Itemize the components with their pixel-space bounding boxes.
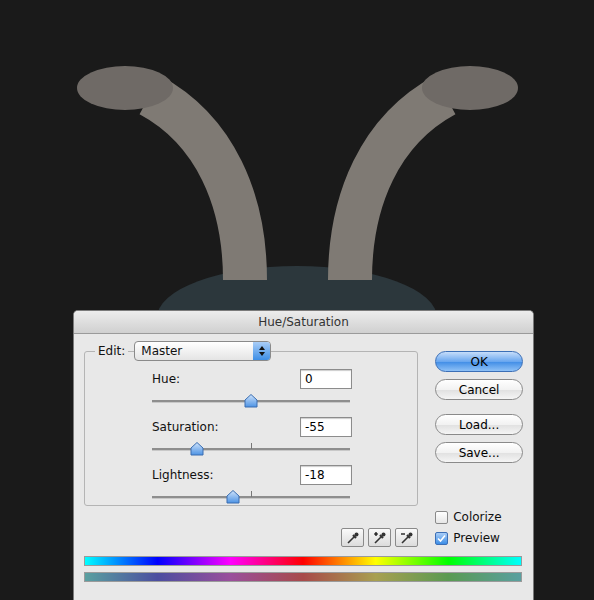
sample-eyedropper-icon (346, 531, 360, 545)
checkbox[interactable] (435, 511, 448, 524)
edit-row: Edit: Master (85, 341, 417, 361)
slider-head: Hue: 0 (152, 369, 352, 389)
snake-photo (0, 0, 594, 310)
value-field[interactable]: 0 (300, 369, 352, 389)
eyedropper-button[interactable] (368, 528, 391, 547)
slider-thumb-icon[interactable] (226, 490, 240, 504)
slider-label: Lightness: (152, 468, 213, 482)
eyedropper-row (84, 528, 418, 547)
top-row: Edit: Master Hue: 0 Saturation: -55 Lightness:… (84, 341, 523, 547)
slider-head: Saturation: -55 (152, 417, 352, 437)
page: Hue/Saturation Edit: Master Hue: 0 Saturation… (0, 0, 594, 600)
slider-head: Lightness: -18 (152, 465, 352, 485)
dialog-button[interactable]: Cancel (435, 379, 523, 400)
checkbox-label: Colorize (453, 510, 501, 524)
checkbox[interactable] (435, 532, 448, 545)
value-field[interactable]: -55 (300, 417, 352, 437)
checkbox-row[interactable]: Colorize (435, 510, 523, 524)
checkbox-list: Colorize Preview (435, 510, 523, 545)
eyedropper-button[interactable] (395, 528, 418, 547)
slider-track[interactable] (152, 389, 350, 409)
dialog-button[interactable]: Load... (435, 414, 523, 435)
right-column: OK Cancel Load... Save... Colorize Preview (435, 341, 523, 547)
left-column: Edit: Master Hue: 0 Saturation: -55 Lightness:… (84, 341, 418, 547)
center-mark (251, 491, 252, 497)
slider-label: Hue: (152, 372, 180, 386)
slider-track[interactable] (152, 485, 350, 505)
slider-list: Hue: 0 Saturation: -55 Lightness: -18 (85, 369, 417, 505)
checkbox-row[interactable]: Preview (435, 531, 523, 545)
subtract-eyedropper-icon (400, 531, 414, 545)
hue-saturation-dialog: Hue/Saturation Edit: Master Hue: 0 Saturation… (73, 310, 534, 600)
settings-group: Edit:MasterHue:0Saturation:-55Lightness:… (84, 351, 418, 506)
updown-arrows-icon (258, 345, 266, 357)
color-bars (84, 556, 522, 582)
slider-row: Hue: 0 (152, 369, 352, 409)
slider-thumb-icon[interactable] (244, 394, 258, 408)
popup-arrows (253, 342, 270, 360)
slider-thumb-icon[interactable] (190, 442, 204, 456)
dialog-button[interactable]: Save... (435, 442, 523, 463)
slider-label: Saturation: (152, 420, 219, 434)
dialog-body: Edit: Master Hue: 0 Saturation: -55 Lightness:… (74, 334, 533, 582)
slider-track[interactable] (152, 437, 350, 457)
edit-value: Master (135, 342, 253, 360)
title-bar: Hue/Saturation (74, 311, 533, 334)
center-mark (251, 443, 252, 449)
checkmark-icon (437, 534, 446, 543)
checkbox-label: Preview (453, 531, 500, 545)
slider-row: Lightness: -18 (152, 465, 352, 505)
edit-label: Edit: (95, 344, 128, 358)
slider-row: Saturation: -55 (152, 417, 352, 457)
value-field[interactable]: -18 (300, 465, 352, 485)
eyedropper-button[interactable] (341, 528, 364, 547)
edit-popup[interactable]: Master (134, 341, 271, 361)
color-bar (84, 556, 522, 566)
add-eyedropper-icon (373, 531, 387, 545)
dialog-button[interactable]: OK (435, 351, 523, 372)
color-bar (84, 572, 522, 582)
